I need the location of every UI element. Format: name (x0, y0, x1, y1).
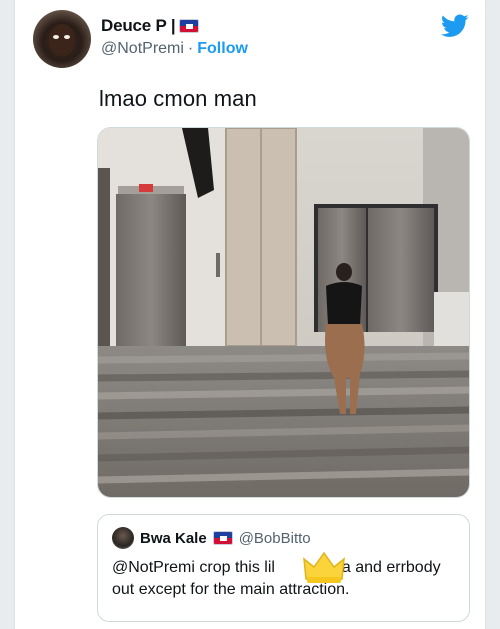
follow-button[interactable]: Follow (197, 40, 248, 58)
haiti-flag-icon (179, 19, 200, 33)
tweet-media-photo[interactable] (97, 127, 470, 498)
quoted-text-end: a and errbody (341, 559, 441, 576)
tweet-text: lmao cmon man (99, 86, 257, 111)
quoted-tweet-line: out except for the main attraction. (112, 581, 350, 598)
quoted-tweet[interactable]: Bwa Kale @BobBitto @NotPremi crop this l… (97, 514, 470, 622)
quoted-tweet-line: @NotPremi crop this lil a and errbody (112, 557, 455, 579)
author-avatar[interactable] (33, 10, 91, 68)
quoted-author-avatar[interactable] (112, 527, 134, 549)
separator-dot: · (187, 40, 194, 57)
author-handle[interactable]: @NotPremi (101, 40, 184, 58)
author-name-row: Deuce P | (101, 16, 200, 36)
quoted-text-start: @NotPremi crop this lil (112, 559, 275, 576)
author-handle-row: @NotPremi · Follow (101, 40, 248, 58)
photo-scene (98, 128, 469, 497)
quoted-author-display-name[interactable]: Bwa Kale (140, 530, 207, 547)
crown-emoji-icon (303, 551, 345, 583)
twitter-bird-icon[interactable] (441, 14, 469, 38)
quoted-tweet-text: @NotPremi crop this lil a and errbody ou… (112, 551, 455, 601)
author-display-name[interactable]: Deuce P | (101, 16, 176, 36)
quoted-tweet-header: Bwa Kale @BobBitto (112, 527, 455, 549)
tweet-card: Deuce P | @NotPremi · Follow lmao cmon m… (14, 0, 486, 629)
haiti-flag-icon (212, 531, 233, 545)
quoted-author-handle[interactable]: @BobBitto (239, 530, 311, 547)
